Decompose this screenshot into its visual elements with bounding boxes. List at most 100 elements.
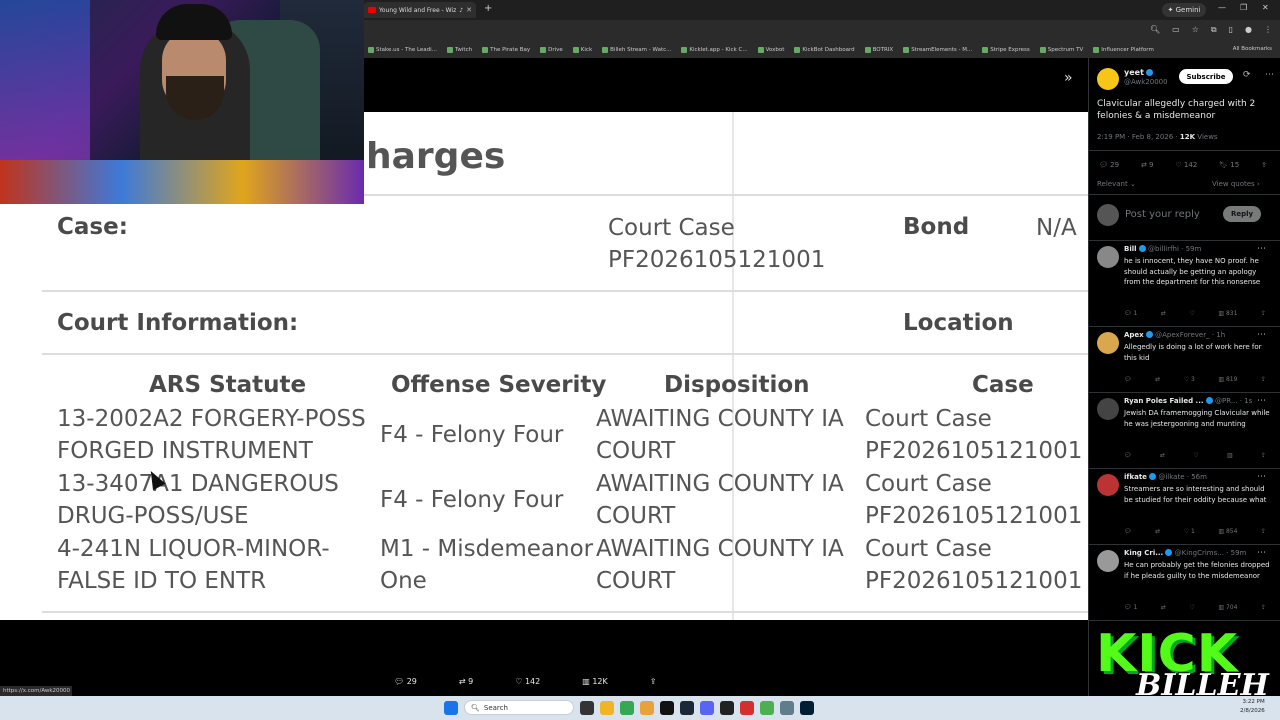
expand-icon[interactable]: » <box>1064 70 1073 86</box>
reply-item[interactable]: Ryan Poles Failed ... @PR... · 1s ⋯ Jewish… <box>1089 394 1280 470</box>
reply-item[interactable]: Apex @ApexForever_ · 1h ⋯ Allegedly is doi… <box>1089 328 1280 394</box>
reply-icon[interactable]: 💬︎ 1 <box>1124 604 1137 611</box>
taskbar-search[interactable]: 🔍︎ Search <box>464 700 574 715</box>
app-icon[interactable] <box>760 700 774 715</box>
share-icon[interactable]: ⇪ <box>1261 161 1267 169</box>
more-icon[interactable]: ⋯ <box>1265 70 1274 80</box>
more-icon[interactable]: ⋯ <box>1257 244 1266 254</box>
repost-icon[interactable]: ⇄ <box>1161 604 1166 611</box>
reply-author[interactable]: Apex @ApexForever_ · 1h <box>1124 331 1225 339</box>
star-icon[interactable]: ☆ <box>1192 25 1199 35</box>
like-icon[interactable]: ♡ <box>1189 310 1194 317</box>
app-icon[interactable] <box>740 700 754 715</box>
avatar[interactable] <box>1097 332 1119 354</box>
avatar[interactable] <box>1097 474 1119 496</box>
views-icon[interactable]: ▥ <box>1227 452 1233 459</box>
views-icon[interactable]: ▥ 704 <box>1218 604 1237 611</box>
windows-start-icon[interactable] <box>444 700 458 715</box>
bookmark-item[interactable]: The Pirate Bay <box>482 47 530 53</box>
reply-item[interactable]: ifkate @ilkate · 56m ⋯ Streamers are so in… <box>1089 470 1280 546</box>
subscribe-button[interactable]: Subscribe <box>1179 69 1233 84</box>
like-count[interactable]: ♡ 142 <box>515 677 540 686</box>
task-view-icon[interactable] <box>580 700 594 715</box>
share-icon[interactable]: ⇪ <box>1261 376 1266 383</box>
repost-icon[interactable]: ⇄ <box>1155 528 1160 535</box>
all-bookmarks[interactable]: All Bookmarks <box>1233 46 1272 52</box>
like-icon[interactable]: ♡ 1 <box>1184 528 1195 535</box>
author-handle[interactable]: @Awk20000 <box>1124 78 1168 86</box>
like-count[interactable]: ♡ 142 <box>1175 161 1197 169</box>
more-icon[interactable]: ⋯ <box>1257 548 1266 558</box>
share-icon[interactable]: ⇪ <box>650 677 657 686</box>
more-icon[interactable]: ⋯ <box>1257 472 1266 482</box>
bookmark-item[interactable]: StreamElements - M... <box>903 47 972 53</box>
menu-icon[interactable]: ⋮ <box>1264 25 1272 35</box>
photoshop-icon[interactable] <box>800 700 814 715</box>
reply-item[interactable]: Bill @billirfhi · 59m ⋯ he is innocent, th… <box>1089 242 1280 328</box>
reply-icon[interactable]: 💬︎ <box>1124 376 1132 383</box>
obs-icon[interactable] <box>660 700 674 715</box>
bookmark-item[interactable]: BOTRIX <box>864 47 893 53</box>
settings-icon[interactable] <box>780 700 794 715</box>
reply-author[interactable]: Bill @billirfhi · 59m <box>1124 245 1201 253</box>
file-explorer-icon[interactable] <box>600 700 614 715</box>
discord-icon[interactable] <box>700 700 714 715</box>
avatar[interactable] <box>1097 68 1119 90</box>
chrome-icon[interactable] <box>620 700 634 715</box>
close-window-icon[interactable]: ✕ <box>1262 3 1269 12</box>
like-icon[interactable]: ♡ 3 <box>1184 376 1195 383</box>
like-icon[interactable]: ♡ <box>1193 452 1198 459</box>
sidebar-icon[interactable]: ▯ <box>1229 25 1233 35</box>
repost-icon[interactable]: ⇄ <box>1161 310 1166 317</box>
avatar[interactable] <box>1097 398 1119 420</box>
browser-tab[interactable]: Young Wild and Free - Wiz ♪ ✕ <box>364 2 476 18</box>
views-count[interactable]: ▥ 12K <box>582 677 608 686</box>
reply-icon[interactable]: 💬︎ <box>1124 452 1132 459</box>
close-tab-icon[interactable]: ✕ <box>466 6 472 14</box>
zoom-icon[interactable]: 🔍︎ <box>1150 25 1160 35</box>
audio-icon[interactable]: ♪ <box>459 7 463 14</box>
reply-author[interactable]: ifkate @ilkate · 56m <box>1124 473 1207 481</box>
reply-icon[interactable]: 💬︎ 1 <box>1124 310 1137 317</box>
share-icon[interactable]: ⇪ <box>1261 604 1266 611</box>
views-icon[interactable]: ▥ 819 <box>1218 376 1237 383</box>
reply-button[interactable]: Reply <box>1223 206 1261 222</box>
system-clock[interactable]: 3:22 PM 2/8/2026 <box>1240 698 1265 716</box>
bookmark-item[interactable]: Twitch <box>446 47 472 53</box>
reply-input[interactable]: Post your reply <box>1125 209 1200 220</box>
gemini-button[interactable]: ✦ Gemini <box>1162 3 1206 17</box>
bookmark-item[interactable]: Voxbot <box>757 47 784 53</box>
bookmark-item[interactable]: Stripe Express <box>982 47 1030 53</box>
more-icon[interactable]: ⋯ <box>1257 330 1266 340</box>
bookmark-count[interactable]: 🔖︎ 15 <box>1219 161 1239 169</box>
views-icon[interactable]: ▥ 831 <box>1218 310 1237 317</box>
repost-icon[interactable]: ⇄ <box>1160 452 1165 459</box>
extensions-icon[interactable]: ⧉ <box>1211 25 1217 35</box>
more-icon[interactable]: ⋯ <box>1257 396 1266 406</box>
view-quotes-link[interactable]: View quotes › <box>1212 180 1260 188</box>
bookmark-item[interactable]: Spectrum TV <box>1039 47 1083 53</box>
author-name[interactable]: yeet <box>1124 68 1153 77</box>
bookmark-item[interactable]: Stake.us - The Leadi... <box>368 47 437 53</box>
reply-count[interactable]: 💬︎ 29 <box>394 677 417 686</box>
like-icon[interactable]: ♡ <box>1189 604 1194 611</box>
minimize-icon[interactable]: — <box>1218 3 1226 12</box>
share-icon[interactable]: ⇪ <box>1261 528 1266 535</box>
share-icon[interactable]: ⇪ <box>1261 310 1266 317</box>
reply-count[interactable]: 💬︎ 29 <box>1099 161 1119 169</box>
steam-icon[interactable] <box>680 700 694 715</box>
views-icon[interactable]: ▥ 854 <box>1218 528 1237 535</box>
reply-item[interactable]: King Cri... @KingCrims... · 59m ⋯ He can p… <box>1089 546 1280 622</box>
avatar[interactable] <box>1097 246 1119 268</box>
repost-count[interactable]: ⇄ 9 <box>459 677 473 686</box>
restore-icon[interactable]: ❐ <box>1240 3 1247 12</box>
new-tab-icon[interactable]: + <box>484 3 492 14</box>
bookmark-item[interactable]: Drive <box>540 47 563 53</box>
app-icon[interactable] <box>640 700 654 715</box>
avatar[interactable] <box>1097 550 1119 572</box>
repost-icon[interactable]: ⇄ <box>1155 376 1160 383</box>
repost-count[interactable]: ⇄ 9 <box>1141 161 1154 169</box>
share-icon[interactable]: ⇪ <box>1261 452 1266 459</box>
grok-icon[interactable]: ⟳ <box>1243 70 1251 80</box>
bookmark-item[interactable]: Kicklet.app - Kick C... <box>681 47 748 53</box>
